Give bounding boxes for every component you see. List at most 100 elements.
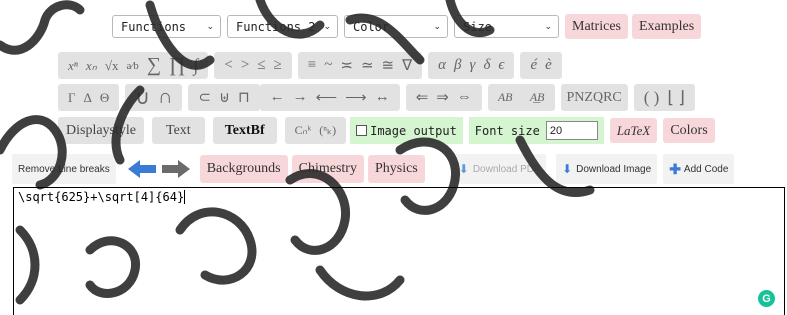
chemistry-button[interactable]: Chimestry bbox=[291, 155, 364, 183]
left-arrow-button[interactable]: ← bbox=[270, 89, 285, 106]
arrows-group[interactable]: ← → ⟵ ⟶ ↔ bbox=[259, 84, 400, 111]
latex-button[interactable]: LaTeX bbox=[609, 118, 658, 143]
alpha-button[interactable]: α bbox=[438, 57, 446, 74]
cup-button[interactable]: ∪ bbox=[135, 85, 150, 110]
greek-group[interactable]: α β γ δ ϵ bbox=[428, 52, 515, 79]
long-left-arrow-button[interactable]: ⟵ bbox=[316, 88, 338, 107]
editor-content: \sqrt{625}+\sqrt[4]{64} bbox=[18, 190, 185, 204]
image-output-checkbox[interactable] bbox=[356, 125, 368, 136]
integral-button[interactable]: ∫ bbox=[193, 55, 198, 76]
powers-group[interactable]: xⁿ xₙ √x a⁄b ∑ ∏ ∫ bbox=[58, 52, 209, 79]
download-icon: ⬇ bbox=[458, 162, 469, 176]
chevron-down-icon: ⌄ bbox=[433, 21, 441, 32]
parentheses-button[interactable]: ( ) bbox=[644, 88, 660, 108]
chevron-down-icon: ⌄ bbox=[323, 21, 331, 32]
uplus-button[interactable]: ⊎ bbox=[219, 88, 230, 107]
greater-than-button[interactable]: > bbox=[241, 57, 249, 74]
cong-button[interactable]: ≅ bbox=[382, 56, 395, 75]
delta-button[interactable]: δ bbox=[483, 57, 490, 74]
floor-button[interactable]: ⌊ ⌋ bbox=[667, 88, 685, 108]
subscript-button[interactable]: xₙ bbox=[86, 58, 97, 74]
product-button[interactable]: ∏ bbox=[169, 54, 185, 77]
Delta-button[interactable]: Δ bbox=[84, 90, 92, 106]
remove-line-breaks-button[interactable]: Remove Line breaks bbox=[12, 154, 116, 184]
double-right-arrow-button[interactable]: ⇒ bbox=[436, 88, 449, 107]
sim-button[interactable]: ~ bbox=[324, 57, 332, 74]
download-image-button[interactable]: ⬇ Download Image bbox=[556, 154, 658, 184]
geq-button[interactable]: ≥ bbox=[274, 57, 282, 74]
toolbar-row-4: Remove Line breaks Backgrounds Chimestry… bbox=[12, 154, 740, 184]
right-arrow-button[interactable]: → bbox=[293, 89, 308, 106]
double-left-right-arrow-button[interactable]: ⇔ bbox=[457, 89, 472, 106]
displaystyle-button[interactable]: Displaystyle bbox=[58, 117, 144, 144]
colors-button[interactable]: Colors bbox=[663, 118, 715, 143]
functions-select[interactable]: Functions ⌄ bbox=[112, 15, 221, 38]
sqcap-button[interactable]: ⊓ bbox=[238, 88, 250, 107]
fraction-button[interactable]: a⁄b bbox=[126, 60, 138, 72]
simeq-button[interactable]: ≃ bbox=[361, 56, 374, 75]
Theta-button[interactable]: Θ bbox=[100, 90, 109, 106]
underline-button[interactable]: A͟B bbox=[530, 90, 545, 105]
double-left-arrow-button[interactable]: ⇐ bbox=[416, 88, 429, 107]
size-select[interactable]: Size ⌄ bbox=[454, 15, 559, 38]
power-button[interactable]: xⁿ bbox=[68, 58, 78, 74]
physics-button[interactable]: Physics bbox=[367, 155, 425, 183]
examples-button[interactable]: Examples bbox=[631, 14, 702, 39]
toolbar-row-selects: Functions ⌄ Functions 2 ⌄ Color ⌄ Size ⌄ Mat… bbox=[112, 14, 705, 39]
add-code-button[interactable]: ✚ Add Code bbox=[663, 154, 735, 184]
left-right-arrow-button[interactable]: ↔ bbox=[375, 89, 390, 106]
beta-button[interactable]: β bbox=[454, 57, 461, 74]
subset-group[interactable]: ⊂ ⊎ ⊓ bbox=[188, 84, 260, 111]
image-output-toggle[interactable]: Image output bbox=[350, 117, 463, 144]
grave-button[interactable]: è bbox=[545, 57, 552, 74]
cap-button[interactable]: ∩ bbox=[158, 86, 172, 109]
subset-button[interactable]: ⊂ bbox=[198, 88, 211, 107]
double-arrows-group[interactable]: ⇐ ⇒ ⇔ bbox=[405, 84, 482, 111]
less-than-button[interactable]: < bbox=[224, 57, 232, 74]
equivalence-group[interactable]: ≡ ~ ≍ ≃ ≅ ∇ bbox=[297, 52, 423, 79]
long-right-arrow-button[interactable]: ⟶ bbox=[345, 88, 367, 107]
undo-arrow-icon[interactable] bbox=[126, 158, 158, 180]
plus-icon: ✚ bbox=[669, 160, 681, 177]
greek-upper-group[interactable]: Γ Δ Θ bbox=[58, 84, 120, 111]
font-size-input[interactable]: 20 bbox=[545, 121, 598, 140]
latex-editor[interactable]: \sqrt{625}+\sqrt[4]{64} bbox=[13, 187, 785, 315]
vector-button[interactable]: AB⃗ bbox=[498, 90, 522, 105]
accents-group[interactable]: é è bbox=[520, 52, 562, 79]
text-cursor bbox=[184, 190, 186, 204]
epsilon-button[interactable]: ϵ bbox=[498, 57, 504, 74]
vectors-group[interactable]: AB⃗ A͟B bbox=[487, 84, 555, 111]
textbf-button[interactable]: TextBf bbox=[212, 117, 277, 144]
matrices-button[interactable]: Matrices bbox=[565, 14, 628, 39]
binomial-button[interactable]: (ⁿₖ) bbox=[319, 123, 336, 138]
sqrt-button[interactable]: √x bbox=[105, 58, 119, 74]
asymp-button[interactable]: ≍ bbox=[340, 56, 353, 75]
combination-button[interactable]: Cₙᵏ bbox=[295, 123, 312, 138]
toolbar-row-2: Γ Δ Θ ∪ ∩ ⊂ ⊎ ⊓ ← → ⟵ ⟶ ↔ ⇐ ⇒ ⇔ AB⃗ A͟B … bbox=[58, 84, 701, 111]
brackets-group[interactable]: ( ) ⌊ ⌋ bbox=[633, 84, 695, 111]
binomial-group[interactable]: Cₙᵏ (ⁿₖ) bbox=[284, 117, 347, 144]
Gamma-button[interactable]: Γ bbox=[68, 90, 76, 106]
fonts-button[interactable]: PNZQRC bbox=[560, 84, 628, 111]
nabla-button[interactable]: ∇ bbox=[402, 56, 412, 75]
download-pdf-button[interactable]: ⬇ Download PDF bbox=[452, 154, 547, 184]
relations-group[interactable]: < > ≤ ≥ bbox=[214, 52, 292, 79]
functions-2-select[interactable]: Functions 2 ⌄ bbox=[227, 15, 338, 38]
grammarly-icon[interactable]: G bbox=[758, 290, 775, 307]
download-icon: ⬇ bbox=[562, 162, 573, 176]
redo-arrow-icon[interactable] bbox=[160, 158, 192, 180]
equiv-button[interactable]: ≡ bbox=[308, 57, 316, 74]
toolbar-row-3: Displaystyle Text TextBf Cₙᵏ (ⁿₖ) Image … bbox=[58, 117, 719, 144]
font-size-control: Font size 20 bbox=[468, 117, 604, 144]
toolbar-row-1: xⁿ xₙ √x a⁄b ∑ ∏ ∫ < > ≤ ≥ ≡ ~ ≍ ≃ ≅ ∇ α… bbox=[58, 52, 568, 79]
backgrounds-button[interactable]: Backgrounds bbox=[199, 155, 288, 183]
union-group[interactable]: ∪ ∩ bbox=[125, 84, 183, 111]
leq-button[interactable]: ≤ bbox=[257, 57, 265, 74]
text-button[interactable]: Text bbox=[152, 117, 205, 144]
acute-button[interactable]: é bbox=[530, 57, 537, 74]
gamma-button[interactable]: γ bbox=[470, 57, 476, 74]
color-select[interactable]: Color ⌄ bbox=[344, 15, 448, 38]
chevron-down-icon: ⌄ bbox=[206, 21, 214, 32]
sum-button[interactable]: ∑ bbox=[147, 54, 161, 77]
chevron-down-icon: ⌄ bbox=[544, 21, 552, 32]
